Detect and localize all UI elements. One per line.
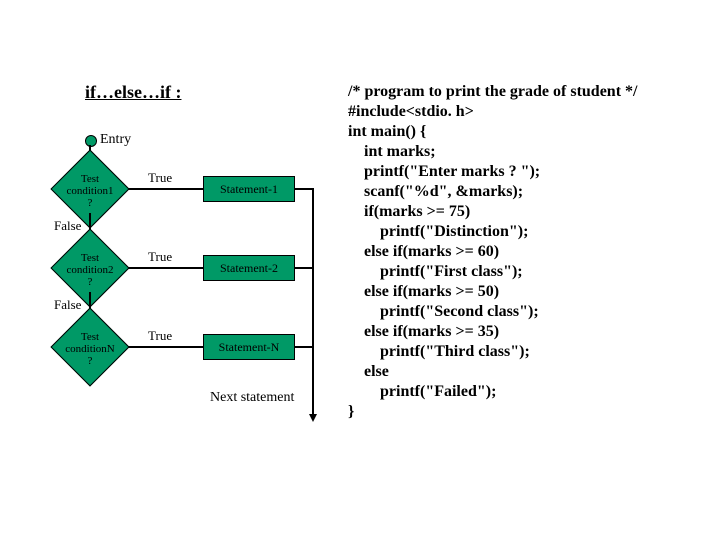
diagram-title: if…else…if :: [85, 82, 181, 103]
connector: [128, 267, 203, 269]
connector: [312, 188, 314, 416]
decision-n: Test conditionN ?: [52, 323, 128, 371]
code-block: /* program to print the grade of student…: [348, 82, 637, 422]
connector: [128, 346, 203, 348]
false-label-2: False: [54, 297, 81, 313]
connector: [294, 188, 314, 190]
false-label-1: False: [54, 218, 81, 234]
true-label-1: True: [148, 170, 172, 186]
statement-1: Statement-1: [203, 176, 295, 202]
arrowhead: [309, 414, 317, 422]
decision-n-text: Test conditionN ?: [52, 323, 128, 367]
decision-1: Test condition1 ?: [52, 165, 128, 213]
next-statement-label: Next statement: [210, 390, 294, 406]
connector: [294, 267, 314, 269]
entry-dot: [85, 135, 97, 147]
true-label-2: True: [148, 249, 172, 265]
decision-1-text: Test condition1 ?: [52, 165, 128, 209]
statement-2: Statement-2: [203, 255, 295, 281]
true-label-n: True: [148, 328, 172, 344]
connector: [294, 346, 314, 348]
entry-label: Entry: [100, 132, 131, 148]
decision-2-text: Test condition2 ?: [52, 244, 128, 288]
decision-2: Test condition2 ?: [52, 244, 128, 292]
connector: [128, 188, 203, 190]
statement-n: Statement-N: [203, 334, 295, 360]
